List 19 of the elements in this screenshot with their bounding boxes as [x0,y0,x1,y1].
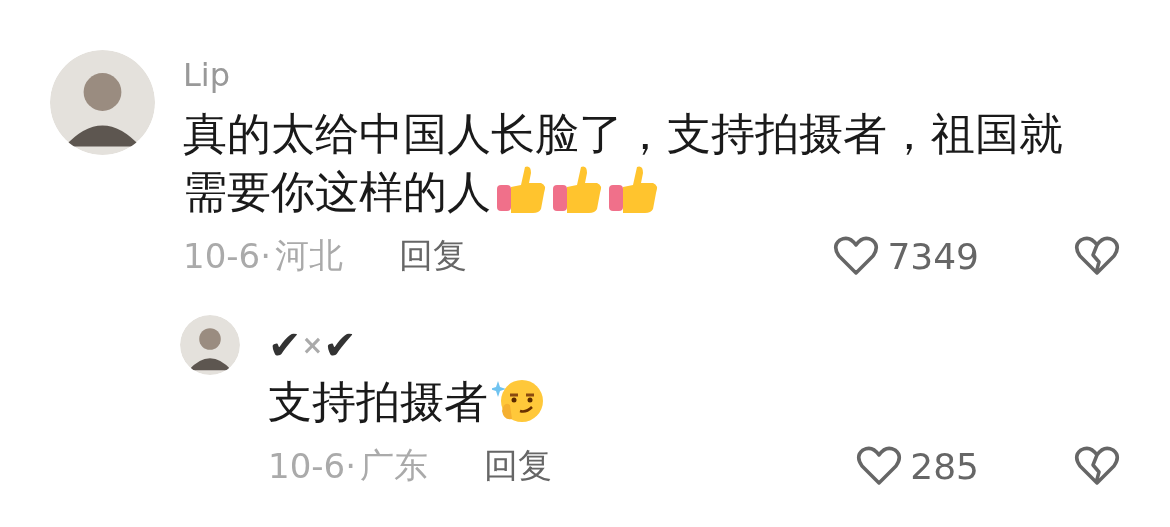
avatar[interactable] [50,50,155,155]
comment-text: 真的太给中国人长脸了，支持拍摄者，祖国就 [183,108,1063,159]
comment-date: 10-6· [183,236,271,276]
user-name[interactable]: ✔ [268,325,302,365]
user-name[interactable]: ✔ [323,325,357,365]
like-count: 285 [910,445,979,487]
comment-date: 10-6· [268,446,356,486]
reply-link[interactable]: 回复 [484,443,552,489]
like-count: 7349 [887,235,979,277]
comment-text: 需要你这样的人 [183,166,491,217]
heart-icon[interactable] [833,235,880,277]
comment-text: 支持拍摄者 [268,376,488,427]
comment-location: 广东 [360,444,428,487]
broken-heart-icon[interactable] [1074,445,1120,487]
reply-link[interactable]: 回复 [399,233,467,279]
comment-location: 河北 [275,234,343,277]
avatar[interactable] [180,315,240,375]
broken-heart-icon[interactable] [1074,235,1120,277]
heart-icon[interactable] [856,445,903,487]
